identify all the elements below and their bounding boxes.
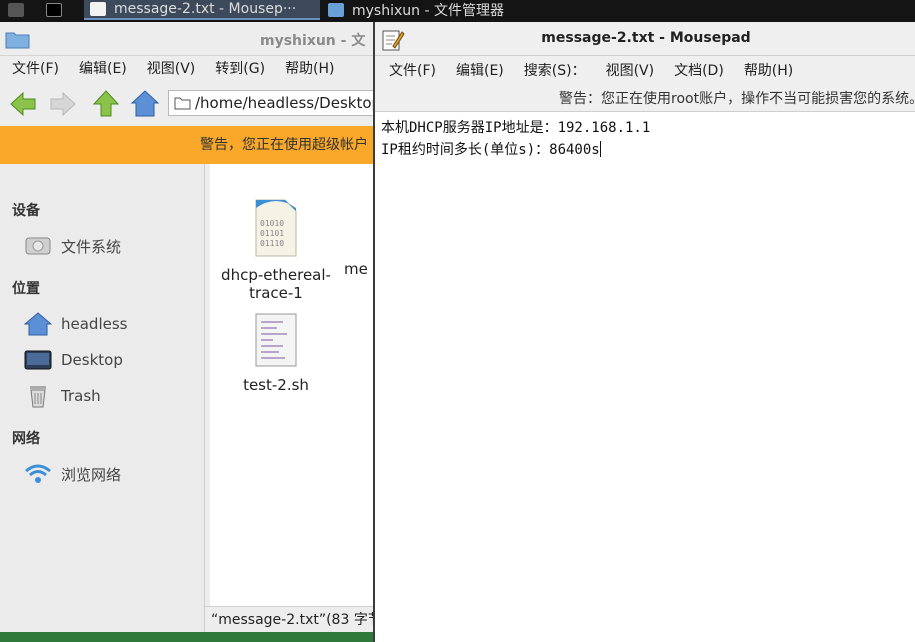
menu-file[interactable]: 文件(F)	[379, 59, 446, 83]
terminal-launcher[interactable]	[42, 0, 70, 20]
script-file-icon	[255, 313, 297, 367]
network-icon	[24, 462, 52, 486]
file-manager-sidebar: 设备 文件系统 位置 headless Desktop Trash 网络 浏览网…	[0, 164, 205, 632]
menu-view[interactable]: 视图(V)	[137, 57, 206, 81]
mousepad-window: message-2.txt - Mousepad 文件(F) 编辑(E) 搜索(…	[373, 22, 915, 642]
up-arrow-icon[interactable]	[92, 89, 120, 119]
task-file-manager-label: myshixun - 文件管理器	[352, 3, 504, 19]
editor-line-text: IP租约时间多长(单位s)：86400s	[381, 142, 600, 158]
file-name: trace-1	[249, 284, 303, 302]
menu-edit[interactable]: 编辑(E)	[446, 59, 514, 83]
text-editor-area[interactable]: 本机DHCP服务器IP地址是：192.168.1.1 IP租约时间多长(单位s)…	[375, 114, 915, 642]
file-name: dhcp-ethereal-	[221, 266, 331, 284]
file-view: 01010 01101 01110 dhcp-ethereal- trace-1…	[210, 164, 376, 632]
terminal-icon	[46, 3, 62, 17]
file-manager-menubar: 文件(F) 编辑(E) 视图(V) 转到(G) 帮助(H)	[2, 57, 345, 81]
folder-icon	[328, 3, 344, 17]
file-manager-titlebar[interactable]: myshixun - 文	[0, 22, 376, 56]
taskbar: message-2.txt - Mousep··· myshixun - 文件管…	[0, 0, 915, 22]
sidebar-item-label: Trash	[61, 387, 101, 405]
sidebar-item-headless[interactable]: headless	[24, 311, 127, 337]
file-item-dhcp-trace[interactable]: 01010 01101 01110 dhcp-ethereal- trace-1	[216, 198, 336, 302]
mousepad-titlebar[interactable]: message-2.txt - Mousepad	[375, 22, 915, 56]
svg-text:01010: 01010	[260, 219, 284, 228]
file-manager-title: myshixun - 文	[260, 33, 366, 49]
task-file-manager[interactable]: myshixun - 文件管理器	[322, 0, 562, 20]
sidebar-heading-devices: 设备	[12, 203, 40, 219]
task-mousepad-label: message-2.txt - Mousep···	[114, 1, 297, 17]
location-path: /home/headless/Desktop	[195, 94, 378, 112]
desktop-background	[0, 632, 376, 642]
file-manager-window: myshixun - 文 文件(F) 编辑(E) 视图(V) 转到(G) 帮助(…	[0, 22, 378, 642]
svg-text:01101: 01101	[260, 229, 284, 238]
menu-help[interactable]: 帮助(H)	[275, 57, 344, 81]
menu-search[interactable]: 搜索(S)：	[514, 59, 596, 83]
home-icon[interactable]	[130, 89, 160, 119]
sidebar-item-label: 浏览网络	[61, 465, 122, 484]
menu-document[interactable]: 文档(D)	[664, 59, 734, 83]
text-editor-icon	[90, 2, 106, 16]
forward-arrow-icon[interactable]	[48, 90, 78, 118]
desktop-icon	[24, 348, 52, 372]
menu-view[interactable]: 视图(V)	[596, 59, 665, 83]
sidebar-heading-places: 位置	[12, 281, 40, 297]
menu-edit[interactable]: 编辑(E)	[69, 57, 137, 81]
editor-line: 本机DHCP服务器IP地址是：192.168.1.1	[381, 120, 651, 136]
sidebar-item-label: 文件系统	[61, 237, 122, 256]
sidebar-item-label: headless	[61, 315, 128, 333]
drive-icon	[24, 234, 52, 258]
folder-icon	[174, 97, 191, 110]
trash-icon	[24, 384, 52, 408]
sidebar-item-desktop[interactable]: Desktop	[24, 347, 123, 373]
task-mousepad[interactable]: message-2.txt - Mousep···	[84, 0, 320, 20]
file-manager-statusbar: “message-2.txt”(83 字节) 纯文本文档	[205, 606, 376, 632]
binary-file-icon: 01010 01101 01110	[255, 199, 297, 257]
text-caret	[599, 141, 601, 157]
file-item-test-script[interactable]: test-2.sh	[216, 312, 336, 394]
mousepad-menubar: 文件(F) 编辑(E) 搜索(S)： 视图(V) 文档(D) 帮助(H)	[375, 56, 915, 86]
sidebar-item-label: Desktop	[61, 351, 123, 369]
editor-line: IP租约时间多长(单位s)：86400s	[381, 139, 911, 161]
sidebar-heading-network: 网络	[12, 431, 40, 447]
file-name: test-2.sh	[243, 376, 309, 394]
sidebar-item-filesystem[interactable]: 文件系统	[24, 233, 121, 259]
app-menu-icon	[8, 3, 24, 17]
root-warning-banner: 警告，您正在使用超级帐户	[0, 126, 376, 164]
mousepad-title: message-2.txt - Mousepad	[541, 30, 751, 46]
location-bar[interactable]: /home/headless/Desktop	[168, 90, 378, 116]
start-menu-button[interactable]	[0, 0, 38, 20]
folder-icon	[5, 32, 30, 49]
back-arrow-icon[interactable]	[8, 90, 38, 118]
home-icon	[24, 312, 52, 336]
menu-go[interactable]: 转到(G)	[205, 57, 275, 81]
svg-text:01110: 01110	[260, 239, 284, 248]
root-warning-bar: 警告：您正在使用root账户，操作不当可能损害您的系统。	[375, 86, 915, 112]
menu-help[interactable]: 帮助(H)	[734, 59, 803, 83]
sidebar-item-trash[interactable]: Trash	[24, 383, 101, 409]
menu-file[interactable]: 文件(F)	[2, 57, 69, 81]
sidebar-item-browse-network[interactable]: 浏览网络	[24, 461, 121, 487]
